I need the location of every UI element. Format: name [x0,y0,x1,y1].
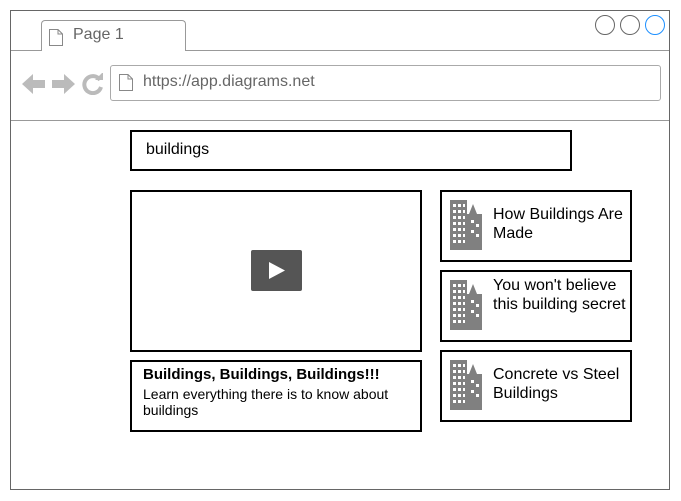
search-query: buildings [146,141,210,158]
video-description: Learn everything there is to know about … [143,386,389,418]
url-text: https://app.diagrams.net [143,73,315,90]
refresh-icon[interactable] [82,72,104,100]
related-video-title: You won't believe this building secret [493,277,626,313]
maximize-button[interactable] [620,15,640,35]
tab-label: Page 1 [73,26,124,43]
page-icon [119,74,133,96]
toolbar-divider [11,120,669,121]
back-arrow-icon[interactable] [22,73,46,100]
building-icon [450,200,482,255]
video-player[interactable] [130,190,422,352]
related-video-1[interactable]: How Buildings Are Made [440,190,632,262]
building-icon [450,280,482,335]
forward-arrow-icon[interactable] [51,73,75,100]
video-title[interactable]: Buildings, Buildings, Buildings!!! [143,366,380,383]
play-button[interactable] [251,250,302,291]
related-video-2[interactable]: You won't believe this building secret [440,270,632,342]
address-bar[interactable]: https://app.diagrams.net [110,65,661,101]
related-video-title: How Buildings Are Made [493,206,623,242]
browser-tab[interactable]: Page 1 [41,20,186,51]
search-input[interactable]: buildings [130,130,572,171]
play-icon [269,262,285,279]
browser-window: Page 1 https://app.diagrams.net building… [10,10,670,490]
related-video-title: Concrete vs Steel Buildings [493,366,620,402]
minimize-button[interactable] [595,15,615,35]
video-info: Buildings, Buildings, Buildings!!! Learn… [130,360,422,432]
close-button[interactable] [645,15,665,35]
page-icon [49,29,63,51]
related-video-3[interactable]: Concrete vs Steel Buildings [440,350,632,422]
building-icon [450,360,482,415]
